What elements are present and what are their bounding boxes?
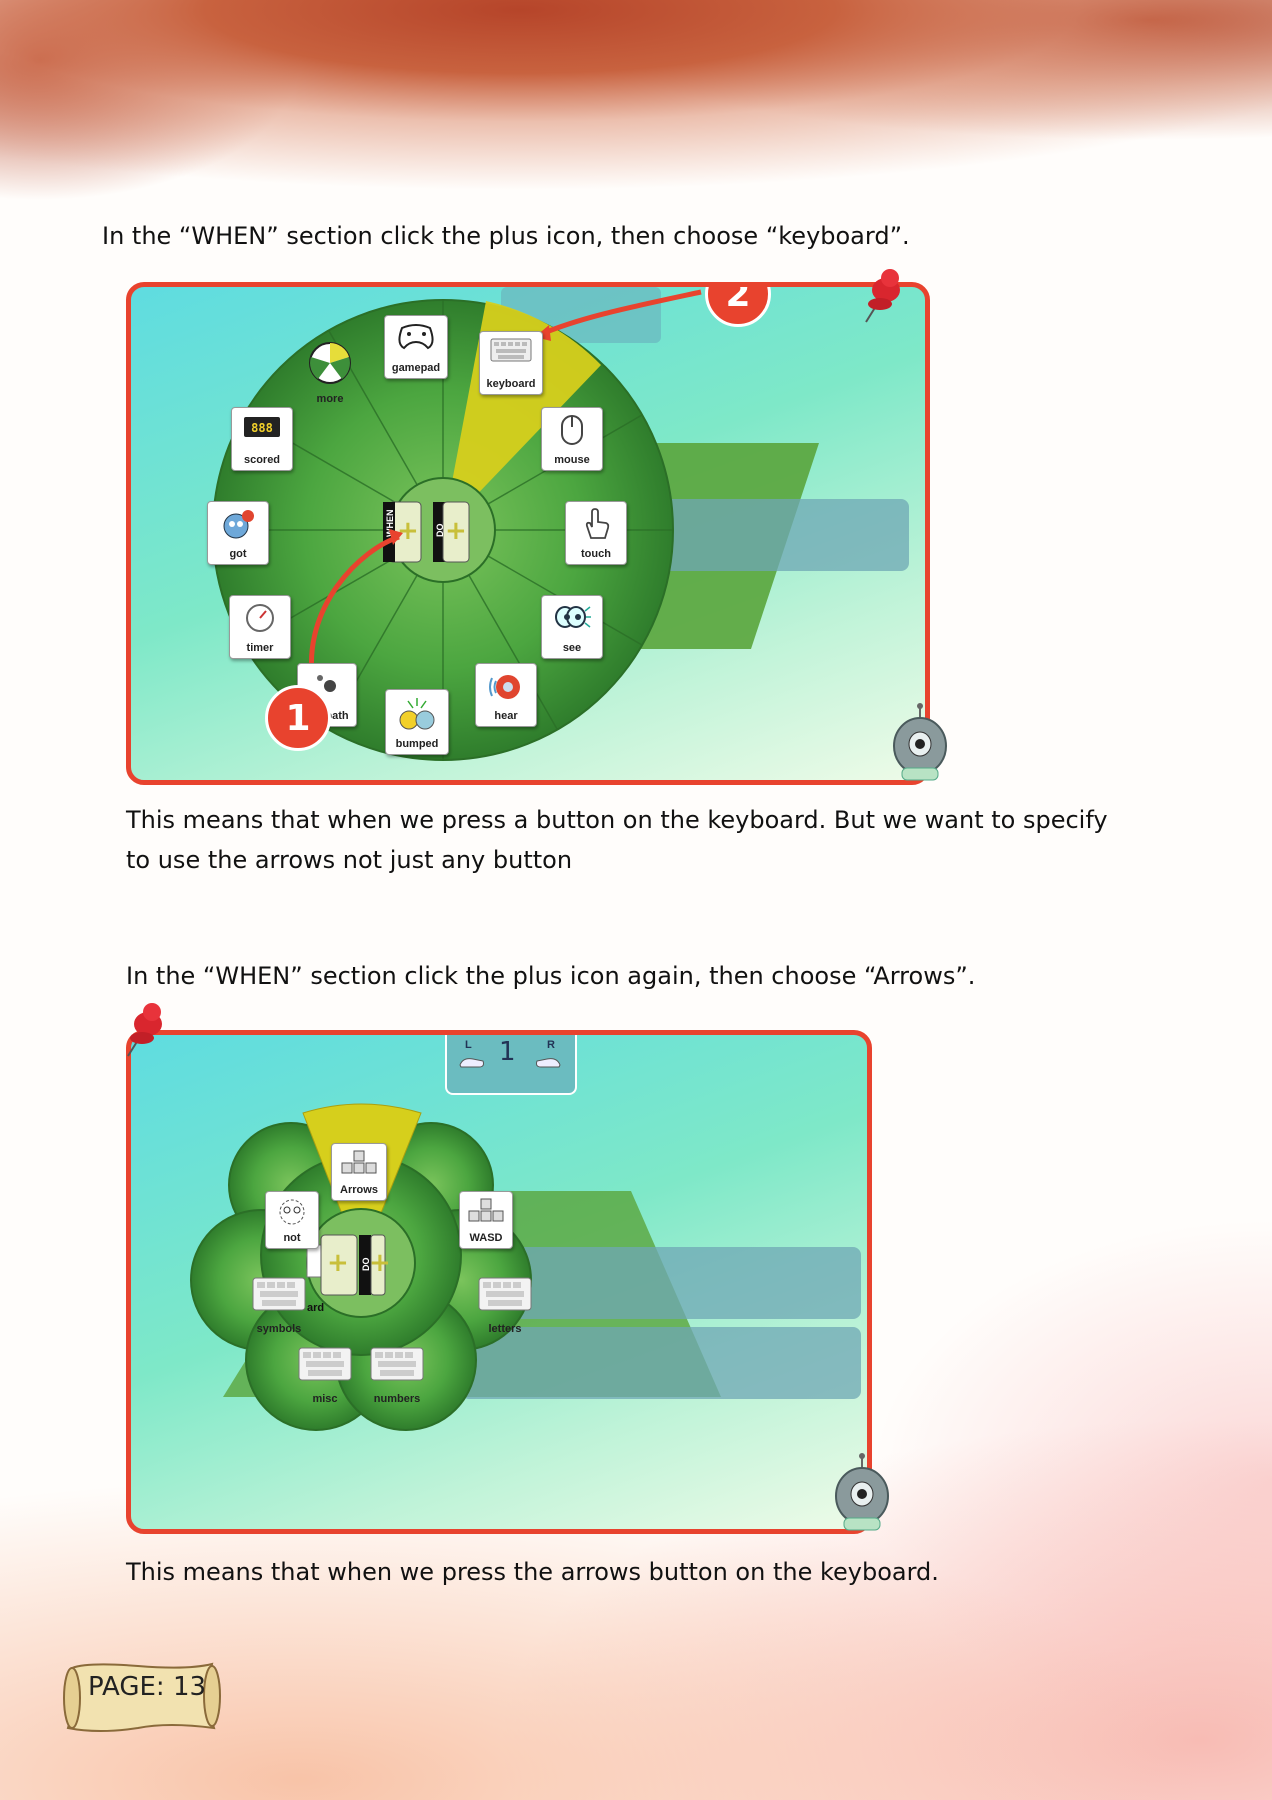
partial-label: ard [307, 1302, 324, 1314]
tile-label: mouse [554, 454, 590, 466]
wheel-tile-not[interactable]: not [265, 1191, 319, 1249]
tile-label: touch [581, 548, 611, 560]
tile-label: Arrows [340, 1184, 378, 1196]
pushpin-icon [865, 269, 900, 323]
wheel-tile-scored[interactable]: 888 scored [231, 407, 293, 471]
page-number: PAGE: 13 [88, 1672, 207, 1702]
wheel-tile-wasd[interactable]: WASD [459, 1191, 513, 1249]
step2-instruction: In the “WHEN” section click the plus ico… [126, 962, 976, 990]
do-label: DO [435, 524, 445, 538]
not-face-icon [279, 1199, 305, 1225]
screenshot-frame-1: WHEN DO + + gamepad keyboard more 888 sc… [126, 282, 930, 785]
arrow-keys-icon [341, 1150, 377, 1174]
keyboard-icon [298, 1347, 352, 1381]
tile-label: scored [243, 454, 281, 466]
wheel-tile-more[interactable]: more [299, 335, 361, 405]
speaker-icon [489, 675, 520, 699]
pie-icon [309, 342, 351, 384]
wheel-tile-keyboard[interactable]: keyboard [479, 331, 543, 395]
wheel-tile-numbers[interactable]: numbers [367, 1341, 427, 1405]
wheel-tile-bumped[interactable]: bumped [385, 689, 449, 755]
wheel-tile-letters[interactable]: letters [477, 1271, 533, 1335]
step1-instruction: In the “WHEN” section click the plus ico… [102, 222, 910, 250]
step1-explanation-line1: This means that when we press a button o… [126, 806, 1108, 834]
tile-label: numbers [373, 1393, 421, 1405]
tile-label: timer [246, 642, 274, 654]
wheel-tile-got[interactable]: got [207, 501, 269, 565]
tile-label: see [562, 642, 582, 654]
tile-label: gamepad [391, 362, 441, 374]
eyes-icon [555, 606, 591, 628]
gamepad-icon [398, 324, 434, 350]
tile-label: keyboard [486, 378, 536, 390]
svg-text:+: + [397, 516, 419, 546]
keyboard-icon [370, 1347, 424, 1381]
wheel-tile-hear[interactable]: hear [475, 663, 537, 727]
tile-label: bumped [395, 738, 439, 750]
tile-label: WASD [469, 1232, 503, 1244]
wheel-tile-misc[interactable]: misc [297, 1341, 353, 1405]
wheel-tile-arrows[interactable]: Arrows [331, 1143, 387, 1201]
apple-face-icon [223, 510, 254, 539]
step2-explanation: This means that when we press the arrows… [126, 1558, 939, 1586]
tile-label: got [229, 548, 247, 560]
keyboard-icon [490, 338, 532, 362]
tile-label: hear [494, 710, 518, 722]
robot-mascot-icon [835, 1453, 889, 1531]
timer-icon [246, 604, 274, 632]
tile-label: more [316, 393, 344, 405]
bumped-icon [399, 698, 435, 730]
svg-text:+: + [445, 516, 467, 546]
do-label: DO [361, 1258, 371, 1272]
mouse-icon [561, 415, 583, 445]
tile-label: letters [488, 1323, 522, 1335]
tile-label: symbols [256, 1323, 302, 1335]
wheel-tile-timer[interactable]: timer [229, 595, 291, 659]
wheel-tile-symbols[interactable]: symbols [251, 1271, 307, 1335]
screenshot-frame-2: L 1 R + + DO ard Arrows not WASD symbols… [126, 1030, 872, 1534]
step-badge-1: 1 [265, 685, 331, 751]
pushpin-icon [127, 1003, 162, 1057]
keyboard-icon [252, 1277, 306, 1311]
wheel-tile-mouse[interactable]: mouse [541, 407, 603, 471]
tile-label: misc [312, 1393, 338, 1405]
wheel-tile-gamepad[interactable]: gamepad [384, 315, 448, 379]
wasd-icon [468, 1198, 504, 1222]
svg-text:+: + [327, 1248, 349, 1278]
svg-text:+: + [369, 1248, 391, 1278]
wheel-tile-see[interactable]: see [541, 595, 603, 659]
scoreboard-icon: 888 [244, 417, 280, 437]
hand-icon [585, 508, 610, 539]
wheel-tile-touch[interactable]: touch [565, 501, 627, 565]
step1-explanation-line2: to use the arrows not just any button [126, 846, 573, 874]
tile-label: not [283, 1232, 301, 1244]
keyboard-icon [478, 1277, 532, 1311]
robot-mascot-icon [893, 703, 947, 781]
svg-text:888: 888 [251, 421, 273, 435]
